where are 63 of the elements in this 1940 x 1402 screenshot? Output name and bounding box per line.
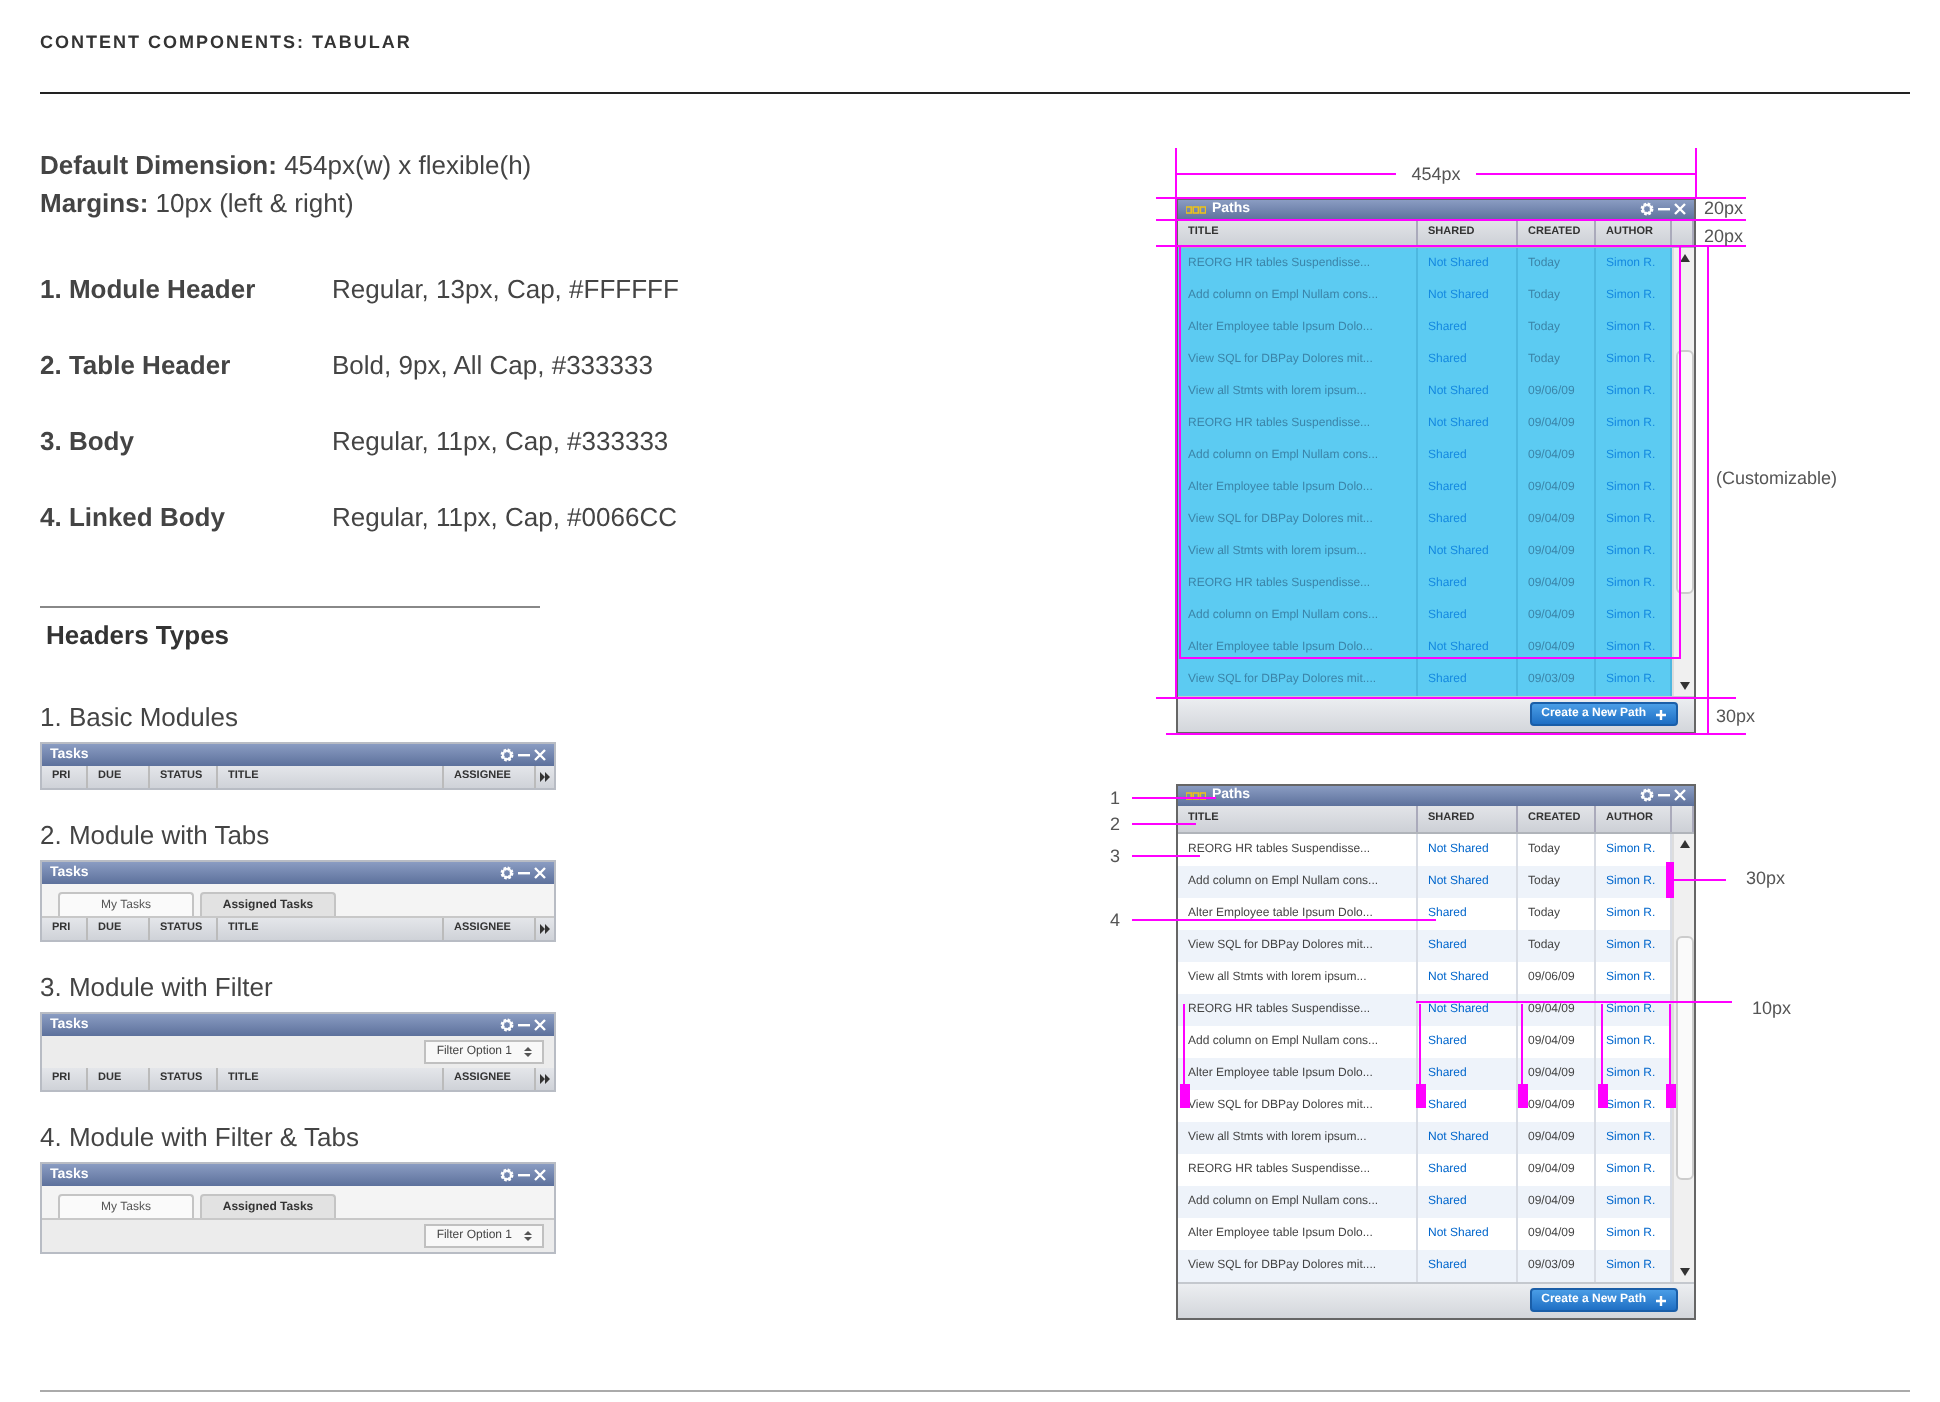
style-label: 2. Table Header	[40, 350, 233, 382]
measure-label: 454px	[1409, 162, 1463, 186]
gear-icon[interactable]	[1640, 788, 1654, 803]
example-caption: 1. Basic Modules	[40, 704, 238, 732]
callout-number: 4	[1109, 908, 1120, 932]
minimize-icon[interactable]	[518, 748, 530, 762]
example-caption: 3. Module with Filter	[40, 974, 273, 1002]
margins-note: Margins: 10px (left & right)	[40, 186, 354, 222]
measure-label: (Customizable)	[1716, 466, 1838, 490]
dimension-line	[1666, 862, 1727, 898]
double-chevron-icon[interactable]	[536, 924, 554, 934]
updown-arrows-icon	[524, 1230, 532, 1242]
leader-line	[1131, 855, 1201, 857]
close-icon[interactable]	[534, 1018, 546, 1032]
gear-icon[interactable]	[500, 1018, 514, 1032]
callout-number: 2	[1109, 812, 1120, 836]
updown-arrows-icon	[524, 1046, 532, 1058]
style-value: Regular, 11px, Cap, #0066CC	[332, 502, 677, 534]
style-label: 1. Module Header	[40, 274, 258, 306]
leader-line	[1131, 823, 1197, 825]
plus-icon	[1656, 709, 1666, 720]
close-icon[interactable]	[1674, 202, 1686, 217]
scroll-thumb[interactable]	[1675, 935, 1693, 1180]
minimize-icon[interactable]	[518, 1168, 530, 1182]
gear-icon[interactable]	[1640, 202, 1654, 217]
dimension-note: Default Dimension: 454px(w) x flexible(h)	[40, 148, 532, 184]
measure-label: 20px	[1704, 224, 1744, 248]
style-label: 3. Body	[40, 426, 136, 458]
style-value: Regular, 11px, Cap, #333333	[332, 426, 669, 458]
gear-icon[interactable]	[500, 1168, 514, 1182]
close-icon[interactable]	[534, 748, 546, 762]
example-caption: 2. Module with Tabs	[40, 822, 270, 850]
close-icon[interactable]	[1674, 788, 1686, 803]
close-icon[interactable]	[534, 1168, 546, 1182]
leader-line	[1131, 797, 1217, 799]
minimize-icon[interactable]	[518, 866, 530, 880]
gear-icon[interactable]	[500, 866, 514, 880]
style-value: Bold, 9px, All Cap, #333333	[332, 350, 653, 382]
scroll-down-icon[interactable]	[1679, 681, 1689, 690]
callout-number: 1	[1109, 786, 1120, 810]
gear-icon[interactable]	[500, 748, 514, 762]
scroll-up-icon[interactable]	[1679, 839, 1689, 848]
style-label: 4. Linked Body	[40, 502, 227, 534]
plus-icon	[1656, 1295, 1666, 1306]
measure-label: 30px	[1746, 866, 1786, 890]
dots-icon	[1186, 205, 1206, 214]
section-title: Headers Types	[46, 620, 232, 652]
callout-number: 3	[1109, 844, 1120, 868]
dots-icon	[1186, 791, 1206, 800]
scroll-up-icon[interactable]	[1679, 253, 1689, 262]
style-value: Regular, 13px, Cap, #FFFFFF	[332, 274, 679, 306]
scrollbar[interactable]	[1672, 833, 1694, 1282]
double-chevron-icon[interactable]	[536, 772, 554, 782]
example-caption: 4. Module with Filter & Tabs	[40, 1124, 359, 1152]
close-icon[interactable]	[534, 866, 546, 880]
double-chevron-icon[interactable]	[536, 1074, 554, 1084]
measure-label: 20px	[1704, 196, 1744, 220]
scroll-down-icon[interactable]	[1679, 1267, 1689, 1276]
scrollbar[interactable]	[1672, 247, 1694, 696]
measure-label: 10px	[1752, 996, 1792, 1020]
measure-label: 30px	[1716, 704, 1756, 728]
minimize-icon[interactable]	[518, 1018, 530, 1032]
page-title: CONTENT COMPONENTS: TABULAR	[40, 30, 414, 56]
